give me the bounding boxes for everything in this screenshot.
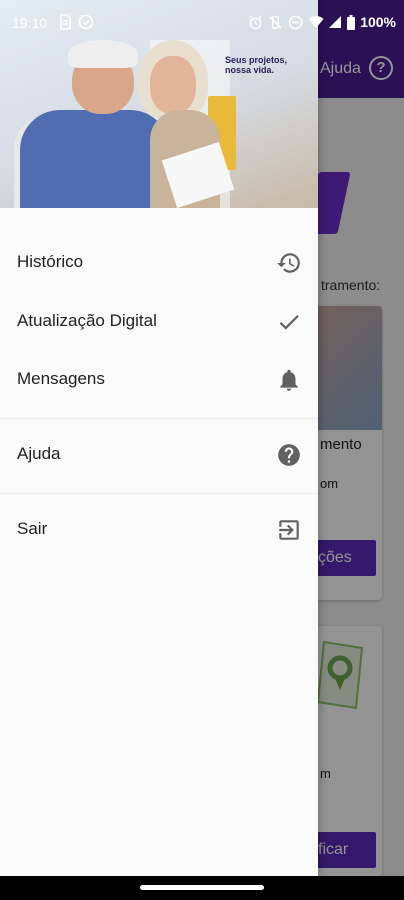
menu-item-label: Sair (17, 519, 48, 538)
menu-item-label: Histórico (17, 252, 84, 271)
menu-item-label: Mensagens (17, 369, 105, 388)
signal-icon (329, 16, 342, 28)
status-time: 19:10 (12, 15, 48, 31)
status-bar: 19:10 100% (0, 0, 404, 46)
menu-item-atualizacao-digital[interactable]: Atualização Digital (0, 293, 318, 351)
menu-item-sair[interactable]: Sair (0, 501, 318, 559)
dnd-icon (288, 15, 303, 29)
home-gesture-handle[interactable] (140, 885, 264, 890)
history-icon (277, 253, 300, 273)
navigation-drawer: Seus projetos, nossa vida. Histórico Atu… (0, 0, 318, 876)
exit-icon (279, 520, 299, 540)
help-icon (278, 444, 300, 466)
check-circle-icon (78, 14, 94, 30)
menu-item-ajuda[interactable]: Ajuda (0, 426, 318, 484)
system-nav-bar (0, 876, 404, 900)
banner-tagline: Seus projetos, nossa vida. (225, 55, 288, 75)
menu-item-mensagens[interactable]: Mensagens (0, 351, 318, 409)
check-icon (279, 315, 299, 330)
menu-item-label: Ajuda (17, 444, 61, 463)
bell-icon (280, 369, 298, 391)
menu-item-label: Atualização Digital (17, 311, 157, 330)
sim-icon (60, 14, 71, 30)
wifi-icon (308, 16, 324, 28)
menu-divider (0, 418, 318, 419)
battery-percent: 100% (360, 14, 396, 30)
menu-divider (0, 493, 318, 494)
battery-icon (347, 14, 356, 30)
vibrate-off-icon (269, 15, 282, 29)
menu-item-historico[interactable]: Histórico (0, 234, 318, 292)
alarm-icon (249, 15, 262, 29)
